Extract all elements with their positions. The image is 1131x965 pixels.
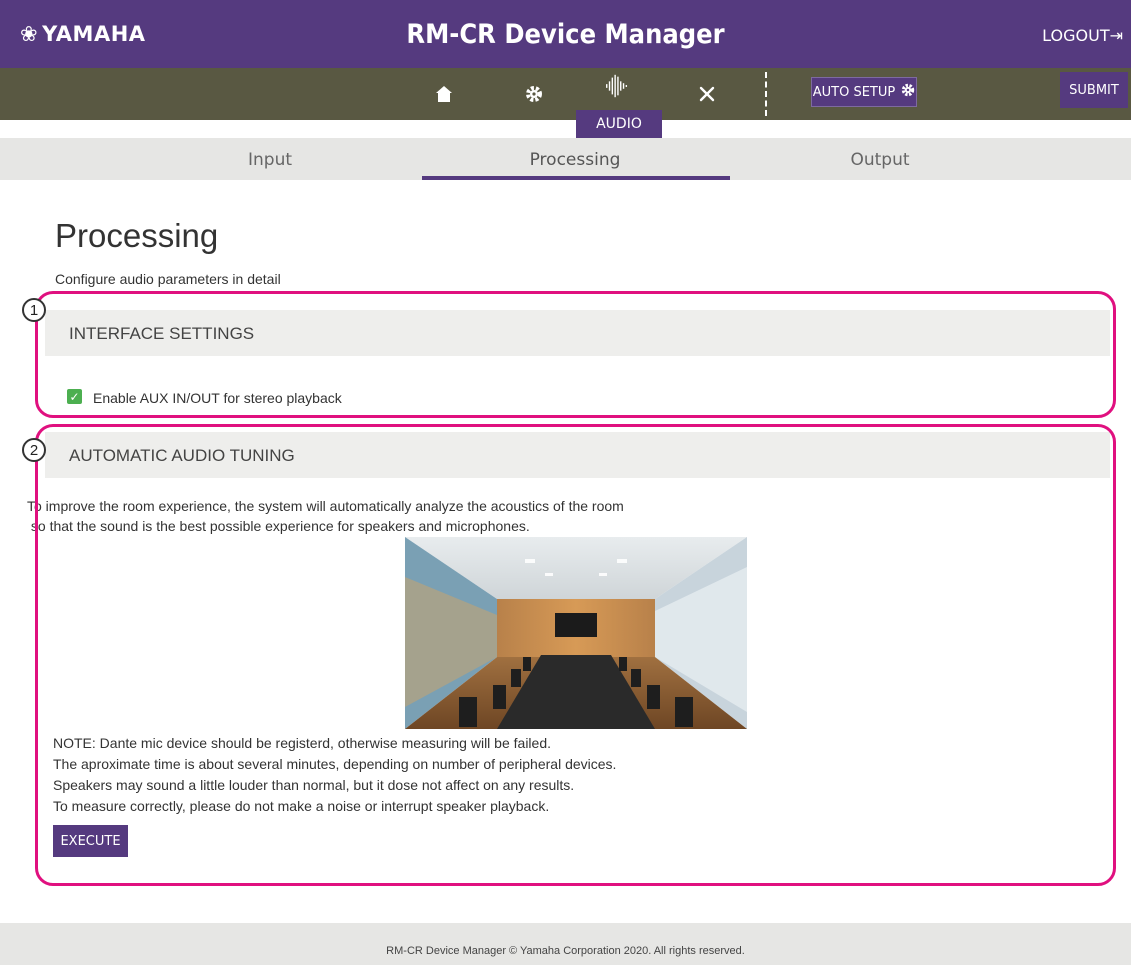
- tools-icon[interactable]: [693, 80, 721, 108]
- copyright-text: RM-CR Device Manager © Yamaha Corporatio…: [386, 945, 745, 957]
- auto-setup-label: AUTO SETUP: [812, 84, 896, 100]
- top-header: ❀ YAMAHA RM-CR Device Manager LOGOUT⇥: [0, 0, 1131, 68]
- toolbar: [0, 68, 1131, 120]
- tab-output[interactable]: Output: [730, 150, 1030, 170]
- app-title: RM-CR Device Manager: [406, 19, 725, 50]
- logout-label: LOGOUT: [1042, 26, 1110, 45]
- audio-waveform-icon[interactable]: [603, 72, 631, 100]
- logout-icon: ⇥: [1109, 26, 1123, 45]
- tab-processing[interactable]: Processing: [425, 150, 725, 170]
- annotation-frame-1: [35, 291, 1116, 418]
- page-title: Processing: [55, 217, 219, 254]
- page-subtitle: Configure audio parameters in detail: [55, 271, 281, 287]
- gear-icon[interactable]: [520, 80, 548, 108]
- auto-setup-button[interactable]: AUTO SETUP: [811, 77, 917, 107]
- annotation-frame-2: [35, 424, 1116, 886]
- footer: RM-CR Device Manager © Yamaha Corporatio…: [0, 923, 1131, 965]
- yamaha-emblem-icon: ❀: [20, 22, 39, 46]
- toolbar-divider: [765, 72, 767, 116]
- gear-icon: [901, 83, 915, 101]
- logout-button[interactable]: LOGOUT⇥: [1042, 26, 1123, 45]
- sub-tabs: Input Processing Output: [0, 138, 1131, 180]
- tab-input[interactable]: Input: [120, 150, 420, 170]
- tab-audio[interactable]: AUDIO: [576, 110, 662, 138]
- home-icon[interactable]: [430, 80, 458, 108]
- annotation-marker-1: 1: [22, 298, 46, 322]
- active-tab-indicator: [422, 176, 730, 180]
- submit-button[interactable]: SUBMIT: [1060, 72, 1128, 108]
- annotation-marker-2: 2: [22, 438, 46, 462]
